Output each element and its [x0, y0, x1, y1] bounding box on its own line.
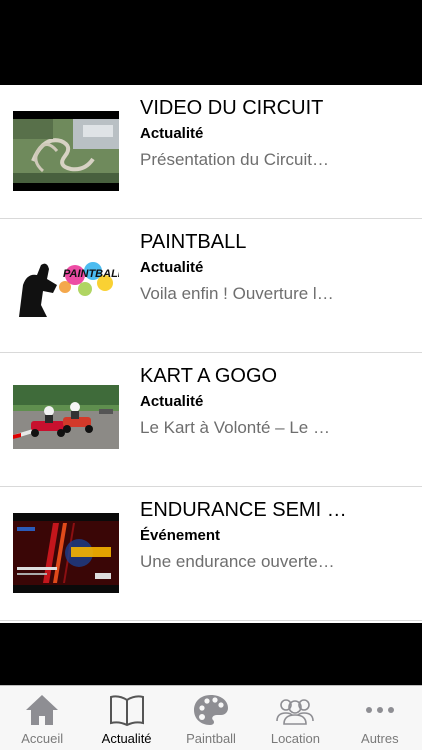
more-icon: [365, 707, 394, 713]
article-category: Actualité: [140, 393, 204, 410]
group-icon: [276, 699, 315, 725]
list-item[interactable]: ENDURANCE SEMI … Événement Une endurance…: [0, 487, 422, 621]
karting-photo-thumbnail: [13, 379, 119, 459]
tab-label: Paintball: [186, 731, 236, 746]
list-item[interactable]: VIDEO DU CIRCUIT Actualité Présentation …: [0, 85, 422, 219]
tab-actualite[interactable]: Actualité: [84, 686, 168, 750]
article-title: PAINTBALL: [140, 231, 247, 253]
home-icon: [26, 695, 59, 725]
tab-paintball[interactable]: Paintball: [169, 686, 253, 750]
article-title: VIDEO DU CIRCUIT: [140, 97, 324, 119]
palette-icon: [194, 695, 229, 725]
tab-accueil[interactable]: Accueil: [0, 686, 84, 750]
article-category: Actualité: [140, 125, 204, 142]
article-excerpt: Le Kart à Volonté – Le …: [140, 418, 330, 437]
tab-location[interactable]: Location: [253, 686, 337, 750]
tab-label: Autres: [361, 731, 399, 746]
article-excerpt: Une endurance ouverte…: [140, 552, 335, 571]
endurance-poster-thumbnail: [13, 513, 119, 593]
tab-label: Location: [270, 731, 320, 746]
tab-autres[interactable]: Autres: [338, 686, 422, 750]
article-category: Actualité: [140, 259, 204, 276]
tab-bar: Accueil Actualité Paintball Location Aut…: [0, 685, 422, 750]
paintball-logo-thumbnail: PAINTBALL OUEST: [13, 245, 119, 325]
article-excerpt: Voila enfin ! Ouverture l…: [140, 284, 334, 303]
article-title: KART A GOGO: [140, 365, 278, 387]
list-item[interactable]: KART A GOGO Actualité Le Kart à Volonté …: [0, 353, 422, 487]
article-title: ENDURANCE SEMI …: [140, 499, 347, 521]
tab-label: Accueil: [21, 731, 64, 746]
article-excerpt: Présentation du Circuit…: [140, 150, 329, 169]
news-list: VIDEO DU CIRCUIT Actualité Présentation …: [0, 85, 422, 623]
list-item[interactable]: PAINTBALL OUEST PAINTBALL Actualité Voil…: [0, 219, 422, 353]
top-status-area: [0, 0, 422, 85]
paintball-logo-text: PAINTBALL OUEST: [63, 268, 119, 280]
tab-label: Actualité: [101, 731, 152, 746]
circuit-aerial-thumbnail: [13, 111, 119, 191]
article-category: Événement: [140, 527, 221, 544]
book-icon: [109, 695, 144, 727]
list-bottom-area: [0, 623, 422, 685]
